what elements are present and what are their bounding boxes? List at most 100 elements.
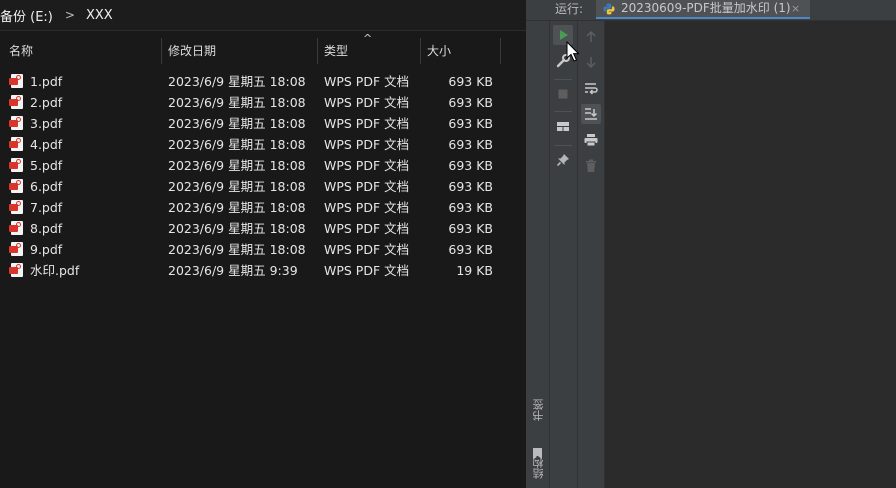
file-modified: 2023/6/9 星期五 18:08 <box>168 242 306 257</box>
rerun-icon <box>560 30 568 40</box>
file-row[interactable]: 8.pdf 2023/6/9 星期五 18:08 WPS PDF 文档 693 KB <box>0 218 526 239</box>
column-modified[interactable]: 修改日期 <box>168 38 216 64</box>
file-row[interactable]: 水印.pdf 2023/6/9 星期五 9:39 WPS PDF 文档 19 KB <box>0 260 526 281</box>
pdf-file-icon <box>9 116 23 130</box>
file-row[interactable]: 6.pdf 2023/6/9 星期五 18:08 WPS PDF 文档 693 KB <box>0 176 526 197</box>
breadcrumb-chevron-icon[interactable]: > <box>65 8 75 22</box>
file-row[interactable]: 1.pdf 2023/6/9 星期五 18:08 WPS PDF 文档 693 KB <box>0 71 526 92</box>
file-type: WPS PDF 文档 <box>324 200 410 215</box>
run-label: 运行: <box>555 2 584 16</box>
file-row[interactable]: 5.pdf 2023/6/9 星期五 18:08 WPS PDF 文档 693 KB <box>0 155 526 176</box>
file-name: 7.pdf <box>30 200 63 215</box>
toolbar-separator <box>554 111 572 112</box>
file-name: 9.pdf <box>30 242 63 257</box>
bookmarks-tab[interactable]: 书签 <box>531 399 545 421</box>
file-modified: 2023/6/9 星期五 18:08 <box>168 137 306 152</box>
file-size: 693 KB <box>448 158 493 173</box>
pin-tab-button[interactable] <box>553 150 573 170</box>
file-type: WPS PDF 文档 <box>324 158 410 173</box>
file-modified: 2023/6/9 星期五 18:08 <box>168 95 306 110</box>
file-name: 6.pdf <box>30 179 63 194</box>
file-size: 693 KB <box>448 74 493 89</box>
pdf-file-icon <box>9 74 23 88</box>
file-size: 693 KB <box>448 137 493 152</box>
pdf-file-icon <box>9 221 23 235</box>
file-size: 693 KB <box>448 179 493 194</box>
pdf-file-icon <box>9 242 23 256</box>
file-modified: 2023/6/9 星期五 9:39 <box>168 263 298 278</box>
file-type: WPS PDF 文档 <box>324 116 410 131</box>
down-arrow-icon <box>586 57 596 69</box>
breadcrumb-drive[interactable]: 备份 (E:) <box>0 6 53 25</box>
clear-all-button[interactable] <box>581 156 601 176</box>
run-tab-title: 20230609-PDF批量加水印 (1) <box>621 1 791 15</box>
column-size[interactable]: 大小 <box>427 38 451 64</box>
file-size: 693 KB <box>448 221 493 236</box>
file-size: 693 KB <box>448 116 493 131</box>
column-divider[interactable] <box>317 38 318 64</box>
file-type: WPS PDF 文档 <box>324 263 410 278</box>
next-occurrence-button[interactable] <box>581 52 601 72</box>
python-icon <box>603 3 615 15</box>
toolbar-separator <box>554 79 572 80</box>
column-header: 名称 修改日期 ^ 类型 大小 <box>0 32 526 64</box>
file-modified: 2023/6/9 星期五 18:08 <box>168 179 306 194</box>
pdf-file-icon <box>9 200 23 214</box>
toolbar-separator <box>554 145 572 146</box>
file-row[interactable]: 2.pdf 2023/6/9 星期五 18:08 WPS PDF 文档 693 KB <box>0 92 526 113</box>
soft-wrap-button[interactable] <box>581 78 601 98</box>
run-console-output[interactable] <box>606 21 896 488</box>
pdf-file-icon <box>9 137 23 151</box>
file-list: 1.pdf 2023/6/9 星期五 18:08 WPS PDF 文档 693 KB 2… <box>0 71 526 281</box>
run-tab[interactable]: 20230609-PDF批量加水印 (1) × <box>596 0 810 19</box>
mouse-cursor-icon <box>566 41 580 62</box>
column-divider[interactable] <box>420 38 421 64</box>
file-type: WPS PDF 文档 <box>324 74 410 89</box>
file-size: 19 KB <box>456 263 493 278</box>
file-row[interactable]: 9.pdf 2023/6/9 星期五 18:08 WPS PDF 文档 693 KB <box>0 239 526 260</box>
soft-wrap-icon <box>585 83 598 95</box>
print-button[interactable] <box>581 130 601 150</box>
run-tab-bar: 运行: 20230609-PDF批量加水印 (1) × <box>526 0 896 20</box>
file-type: WPS PDF 文档 <box>324 242 410 257</box>
stop-button[interactable] <box>553 84 573 104</box>
file-size: 693 KB <box>448 200 493 215</box>
file-name: 1.pdf <box>30 74 63 89</box>
file-name: 2.pdf <box>30 95 63 110</box>
file-type: WPS PDF 文档 <box>324 137 410 152</box>
stop-icon <box>558 89 568 99</box>
layout-icon <box>557 122 569 131</box>
scroll-to-end-button[interactable] <box>581 104 601 124</box>
structure-tab[interactable]: 结构 <box>531 457 545 479</box>
breadcrumb-folder[interactable]: XXX <box>86 8 113 23</box>
column-type[interactable]: 类型 <box>324 38 348 64</box>
file-name: 4.pdf <box>30 137 63 152</box>
sort-caret-icon: ^ <box>363 32 373 45</box>
address-bar[interactable]: 备份 (E:) > XXX <box>0 0 526 31</box>
previous-occurrence-button[interactable] <box>581 27 601 47</box>
side-tool-strip: 书签 结构 <box>526 21 550 488</box>
file-modified: 2023/6/9 星期五 18:08 <box>168 158 306 173</box>
column-name[interactable]: 名称 <box>9 38 33 64</box>
close-icon[interactable]: × <box>791 0 800 17</box>
up-arrow-icon <box>586 30 596 42</box>
file-modified: 2023/6/9 星期五 18:08 <box>168 221 306 236</box>
column-divider[interactable] <box>500 38 501 64</box>
pin-icon <box>556 154 569 167</box>
restore-layout-button[interactable] <box>553 117 573 137</box>
column-divider[interactable] <box>161 38 162 64</box>
file-type: WPS PDF 文档 <box>324 221 410 236</box>
scroll-to-end-icon <box>585 108 598 120</box>
file-name: 5.pdf <box>30 158 63 173</box>
file-row[interactable]: 7.pdf 2023/6/9 星期五 18:08 WPS PDF 文档 693 KB <box>0 197 526 218</box>
file-name: 8.pdf <box>30 221 63 236</box>
file-name: 水印.pdf <box>30 263 80 278</box>
file-type: WPS PDF 文档 <box>324 95 410 110</box>
file-size: 693 KB <box>448 95 493 110</box>
file-modified: 2023/6/9 星期五 18:08 <box>168 116 306 131</box>
file-row[interactable]: 3.pdf 2023/6/9 星期五 18:08 WPS PDF 文档 693 KB <box>0 113 526 134</box>
file-explorer: 备份 (E:) > XXX 名称 修改日期 ^ 类型 大小 1.pdf 2023/… <box>0 0 526 488</box>
file-row[interactable]: 4.pdf 2023/6/9 星期五 18:08 WPS PDF 文档 693 KB <box>0 134 526 155</box>
pdf-file-icon <box>9 158 23 172</box>
run-toolbar-primary <box>550 21 578 488</box>
